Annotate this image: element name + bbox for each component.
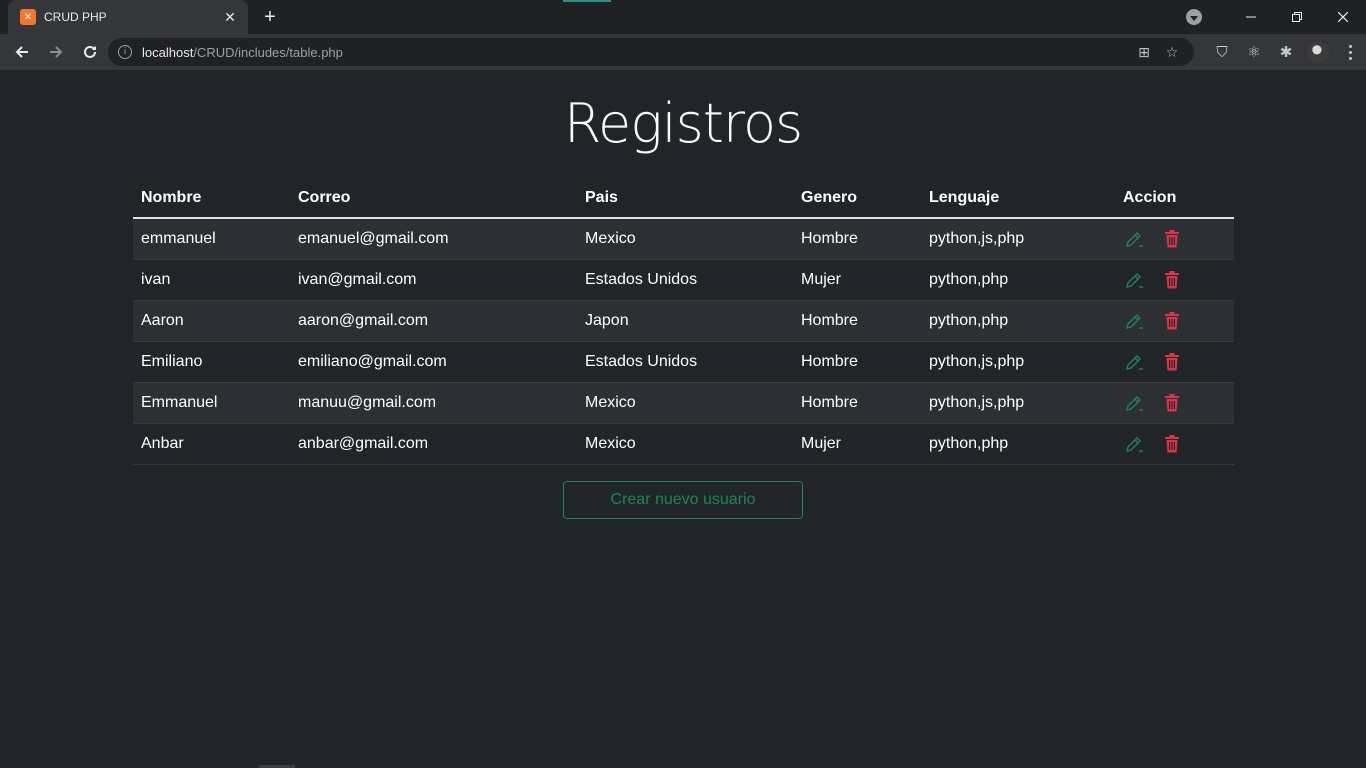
table-row: emmanuel emanuel@gmail.com Mexico Hombre… bbox=[133, 217, 1234, 259]
cell-accion bbox=[1115, 381, 1234, 423]
address-bar[interactable]: i localhost/CRUD/includes/table.php ⊞ ☆ bbox=[108, 38, 1194, 66]
header-lenguaje: Lenguaje bbox=[921, 178, 1115, 219]
table-row: Anbar anbar@gmail.com Mexico Mujer pytho… bbox=[133, 422, 1234, 465]
records-table: Nombre Correo Pais Genero Lenguaje Accio… bbox=[133, 178, 1234, 465]
cell-pais: Estados Unidos bbox=[577, 258, 793, 300]
privacy-extension-icon[interactable]: ⛉ bbox=[1206, 36, 1238, 68]
cell-lenguaje: python,js,php bbox=[921, 217, 1115, 259]
table-row: Aaron aaron@gmail.com Japon Hombre pytho… bbox=[133, 299, 1234, 341]
cell-genero: Mujer bbox=[793, 258, 921, 300]
site-info-icon[interactable]: i bbox=[118, 45, 132, 59]
bookmark-star-icon[interactable]: ☆ bbox=[1158, 38, 1186, 66]
header-genero: Genero bbox=[793, 178, 921, 219]
cell-correo: manuu@gmail.com bbox=[290, 381, 577, 423]
cell-correo: anbar@gmail.com bbox=[290, 422, 577, 465]
cell-accion bbox=[1115, 422, 1234, 465]
page-content: Registros Nombre Correo Pais Genero Leng… bbox=[0, 70, 1366, 768]
table-header-row: Nombre Correo Pais Genero Lenguaje Accio… bbox=[133, 178, 1234, 219]
cell-nombre: Emmanuel bbox=[133, 381, 290, 423]
browser-menu-icon[interactable] bbox=[1334, 36, 1366, 68]
reload-button[interactable] bbox=[74, 36, 106, 68]
browser-tabstrip: ✕ CRUD PHP ✕ + bbox=[0, 0, 1366, 34]
profile-avatar[interactable] bbox=[1302, 36, 1334, 68]
header-pais: Pais bbox=[577, 178, 793, 219]
cell-accion bbox=[1115, 299, 1234, 341]
cell-lenguaje: python,js,php bbox=[921, 381, 1115, 423]
react-devtools-icon[interactable]: ⚛ bbox=[1238, 36, 1270, 68]
cell-lenguaje: python,php bbox=[921, 422, 1115, 465]
page-title: Registros bbox=[563, 92, 803, 155]
cell-correo: aaron@gmail.com bbox=[290, 299, 577, 341]
cell-genero: Hombre bbox=[793, 340, 921, 382]
cell-pais: Mexico bbox=[577, 422, 793, 465]
browser-toolbar: i localhost/CRUD/includes/table.php ⊞ ☆ … bbox=[0, 34, 1366, 70]
tab-close-icon[interactable]: ✕ bbox=[222, 9, 238, 25]
cell-nombre: Aaron bbox=[133, 299, 290, 341]
edit-pencil-icon[interactable] bbox=[1123, 269, 1145, 291]
header-accion: Accion bbox=[1115, 178, 1234, 219]
cell-nombre: emmanuel bbox=[133, 217, 290, 259]
create-user-button[interactable]: Crear nuevo usuario bbox=[563, 481, 803, 519]
back-button[interactable] bbox=[6, 36, 38, 68]
cell-nombre: Emiliano bbox=[133, 340, 290, 382]
table-row: Emiliano emiliano@gmail.com Estados Unid… bbox=[133, 340, 1234, 382]
cell-nombre: ivan bbox=[133, 258, 290, 300]
browser-tab[interactable]: ✕ CRUD PHP ✕ bbox=[8, 0, 248, 34]
header-correo: Correo bbox=[290, 178, 577, 219]
edit-pencil-icon[interactable] bbox=[1123, 228, 1145, 250]
cell-accion bbox=[1115, 258, 1234, 300]
cell-accion bbox=[1115, 340, 1234, 382]
cell-pais: Mexico bbox=[577, 381, 793, 423]
cell-genero: Hombre bbox=[793, 217, 921, 259]
delete-trash-icon[interactable] bbox=[1161, 269, 1183, 291]
window-controls bbox=[1186, 0, 1366, 34]
cell-lenguaje: python,php bbox=[921, 299, 1115, 341]
delete-trash-icon[interactable] bbox=[1161, 310, 1183, 332]
close-window-button[interactable] bbox=[1320, 0, 1366, 34]
cell-pais: Japon bbox=[577, 299, 793, 341]
delete-trash-icon[interactable] bbox=[1161, 392, 1183, 414]
translate-icon[interactable]: ⊞ bbox=[1130, 38, 1158, 66]
cell-nombre: Anbar bbox=[133, 422, 290, 465]
cell-genero: Hombre bbox=[793, 299, 921, 341]
xampp-favicon-icon: ✕ bbox=[20, 9, 36, 25]
header-nombre: Nombre bbox=[133, 178, 290, 219]
delete-trash-icon[interactable] bbox=[1161, 351, 1183, 373]
cell-genero: Mujer bbox=[793, 422, 921, 465]
cell-correo: emanuel@gmail.com bbox=[290, 217, 577, 259]
table-row: ivan ivan@gmail.com Estados Unidos Mujer… bbox=[133, 258, 1234, 300]
restore-button[interactable] bbox=[1274, 0, 1320, 34]
cell-accion bbox=[1115, 217, 1234, 259]
cell-pais: Estados Unidos bbox=[577, 340, 793, 382]
delete-trash-icon[interactable] bbox=[1161, 433, 1183, 455]
extensions-area: ⛉ ⚛ ✱ bbox=[1206, 36, 1366, 68]
new-tab-button[interactable]: + bbox=[258, 6, 282, 28]
forward-button[interactable] bbox=[40, 36, 72, 68]
cell-lenguaje: python,js,php bbox=[921, 340, 1115, 382]
loading-indicator bbox=[563, 0, 611, 2]
tab-title: CRUD PHP bbox=[44, 10, 107, 24]
extensions-puzzle-icon[interactable]: ✱ bbox=[1270, 36, 1302, 68]
table-row: Emmanuel manuu@gmail.com Mexico Hombre p… bbox=[133, 381, 1234, 423]
edit-pencil-icon[interactable] bbox=[1123, 351, 1145, 373]
edit-pencil-icon[interactable] bbox=[1123, 433, 1145, 455]
cell-correo: ivan@gmail.com bbox=[290, 258, 577, 300]
cell-genero: Hombre bbox=[793, 381, 921, 423]
minimize-button[interactable] bbox=[1228, 0, 1274, 34]
delete-trash-icon[interactable] bbox=[1161, 228, 1183, 250]
cell-lenguaje: python,php bbox=[921, 258, 1115, 300]
url-text[interactable]: localhost/CRUD/includes/table.php bbox=[142, 45, 343, 60]
tab-search-icon[interactable] bbox=[1186, 9, 1202, 25]
edit-pencil-icon[interactable] bbox=[1123, 392, 1145, 414]
edit-pencil-icon[interactable] bbox=[1123, 310, 1145, 332]
cell-pais: Mexico bbox=[577, 217, 793, 259]
cell-correo: emiliano@gmail.com bbox=[290, 340, 577, 382]
